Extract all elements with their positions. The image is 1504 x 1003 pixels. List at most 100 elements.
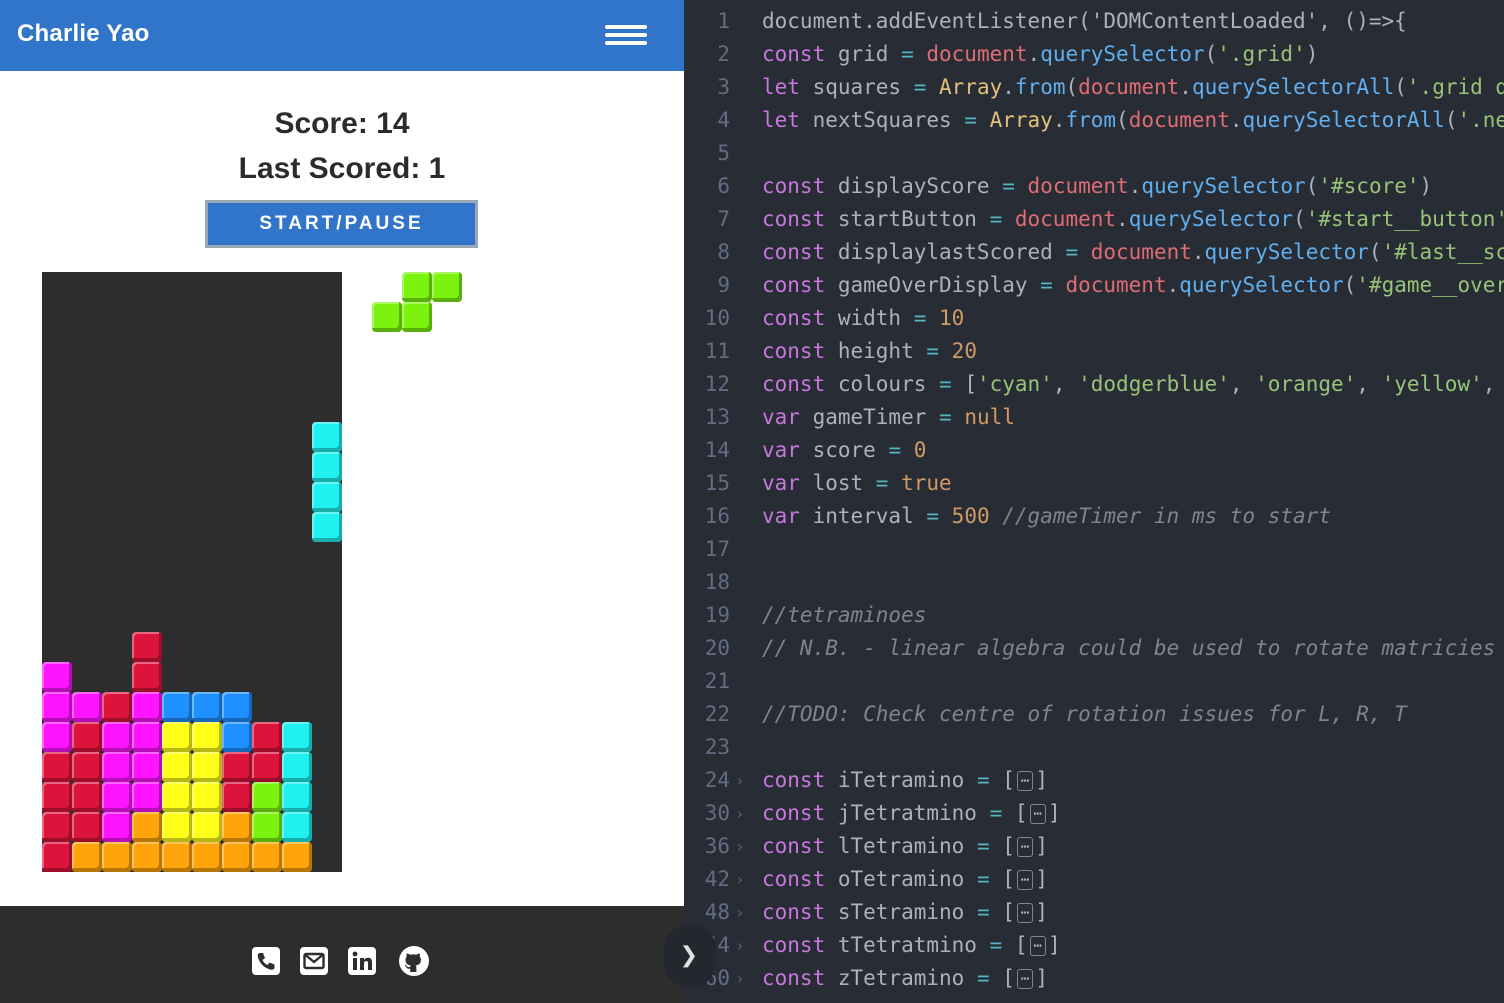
code-line[interactable]: 1 document.addEventListener('DOMContentLo… [684, 5, 1504, 38]
fold-chevron-icon[interactable]: › [735, 797, 745, 830]
grid-cell-yellow [192, 722, 222, 752]
line-number: 23 [704, 735, 730, 759]
code-line[interactable]: 11 const height = 20 [684, 335, 1504, 368]
line-number: 3 [717, 75, 730, 99]
code-line[interactable]: 2 const grid = document.querySelector('.g… [684, 38, 1504, 71]
code-line[interactable]: 23 [684, 731, 1504, 764]
code-line[interactable]: 7 const startButton = document.querySelec… [684, 203, 1504, 236]
code-line[interactable]: 19 //tetraminoes [684, 599, 1504, 632]
code-editor[interactable]: 1 document.addEventListener('DOMContentLo… [684, 0, 1504, 1003]
grid-cell-green [252, 782, 282, 812]
next-cell-green [372, 302, 402, 332]
chevron-right-icon[interactable]: ❯ [664, 924, 716, 988]
grid-cell-yellow [162, 812, 192, 842]
grid-cell-crimson [42, 812, 72, 842]
code-line[interactable]: 5 [684, 137, 1504, 170]
code-line[interactable]: 10 const width = 10 [684, 302, 1504, 335]
next-piece-preview [372, 272, 492, 392]
grid-cell-blue [222, 692, 252, 722]
grid-cell-crimson [72, 722, 102, 752]
grid-cell-cyan [282, 722, 312, 752]
code-line[interactable]: 54 › const tTetratmino = [⋯] [684, 929, 1504, 962]
collapsed-region-icon[interactable]: ⋯ [1016, 870, 1034, 890]
grid-cell-crimson [252, 722, 282, 752]
code-line[interactable]: 30 › const jTetratmino = [⋯] [684, 797, 1504, 830]
code-line[interactable]: 17 [684, 533, 1504, 566]
github-icon[interactable] [398, 945, 430, 977]
grid-cell-yellow [192, 782, 222, 812]
fold-chevron-icon[interactable]: › [735, 896, 745, 929]
code-line[interactable]: 4 let nextSquares = Array.from(document.q… [684, 104, 1504, 137]
phone-icon[interactable] [250, 945, 282, 977]
site-header: Charlie Yao [0, 0, 684, 71]
code-text: var interval = 500 //gameTimer in ms to … [762, 504, 1331, 528]
code-line[interactable]: 8 const displaylastScored = document.quer… [684, 236, 1504, 269]
code-line[interactable]: 24 › const iTetramino = [⋯] [684, 764, 1504, 797]
collapsed-region-icon[interactable]: ⋯ [1029, 936, 1046, 956]
start-pause-button[interactable]: START/PAUSE [205, 200, 478, 248]
line-number: 22 [704, 702, 730, 726]
fold-chevron-icon[interactable]: › [735, 929, 745, 962]
code-line[interactable]: 22 //TODO: Check centre of rotation issue… [684, 698, 1504, 731]
grid-cell-crimson [132, 662, 162, 692]
linkedin-icon[interactable] [346, 945, 378, 977]
code-line[interactable]: 9 const gameOverDisplay = document.queryS… [684, 269, 1504, 302]
fold-chevron-icon[interactable]: › [735, 962, 745, 995]
collapsed-region-icon[interactable]: ⋯ [1016, 771, 1034, 791]
code-line[interactable]: 18 [684, 566, 1504, 599]
code-line[interactable]: 48 › const sTetramino = [⋯] [684, 896, 1504, 929]
code-line[interactable]: 20 // N.B. - linear algebra could be used… [684, 632, 1504, 665]
site-title[interactable]: Charlie Yao [17, 20, 150, 48]
line-number: 4 [717, 108, 730, 132]
collapsed-region-icon[interactable]: ⋯ [1016, 903, 1034, 923]
code-text: let nextSquares = Array.from(document.qu… [762, 108, 1504, 132]
grid-cell-orange [132, 842, 162, 872]
code-text: const width = 10 [762, 306, 965, 330]
tetris-grid [42, 272, 342, 872]
code-text: let squares = Array.from(document.queryS… [762, 75, 1504, 99]
hamburger-menu-icon[interactable] [600, 22, 652, 50]
fold-chevron-icon[interactable]: › [735, 830, 745, 863]
grid-cell-crimson [42, 782, 72, 812]
code-line[interactable]: 15 var lost = true [684, 467, 1504, 500]
code-line[interactable]: 3 let squares = Array.from(document.query… [684, 71, 1504, 104]
grid-cell-magenta [102, 722, 132, 752]
code-line[interactable]: 12 const colours = ['cyan', 'dodgerblue',… [684, 368, 1504, 401]
code-text: document.addEventListener('DOMContentLoa… [762, 9, 1407, 33]
line-number: 2 [717, 42, 730, 66]
grid-cell-yellow [192, 812, 222, 842]
grid-cell-magenta [42, 722, 72, 752]
line-number: 18 [704, 570, 730, 594]
line-number: 8 [717, 240, 730, 264]
fold-chevron-icon[interactable]: › [735, 863, 745, 896]
code-text: // N.B. - linear algebra could be used t… [762, 636, 1504, 660]
code-line[interactable]: 60 › const zTetramino = [⋯] [684, 962, 1504, 995]
mail-icon[interactable] [298, 945, 330, 977]
code-line[interactable]: 36 › const lTetramino = [⋯] [684, 830, 1504, 863]
fold-chevron-icon[interactable]: › [735, 764, 745, 797]
collapsed-region-icon[interactable]: ⋯ [1016, 837, 1034, 857]
grid-cell-green [252, 812, 282, 842]
code-line[interactable]: 13 var gameTimer = null [684, 401, 1504, 434]
next-cell-green [432, 272, 462, 302]
grid-cell-cyan [312, 512, 342, 542]
code-line[interactable]: 14 var score = 0 [684, 434, 1504, 467]
line-number: 15 [704, 471, 730, 495]
collapsed-region-icon[interactable]: ⋯ [1016, 969, 1034, 989]
line-number: 12 [704, 372, 730, 396]
code-line[interactable]: 6 const displayScore = document.querySele… [684, 170, 1504, 203]
grid-cell-magenta [72, 692, 102, 722]
code-line[interactable]: 42 › const oTetramino = [⋯] [684, 863, 1504, 896]
grid-cell-cyan [282, 812, 312, 842]
collapsed-region-icon[interactable]: ⋯ [1029, 804, 1046, 824]
grid-cell-yellow [162, 782, 192, 812]
grid-cell-magenta [102, 752, 132, 782]
code-text: const tTetratmino = [⋯] [762, 933, 1061, 957]
code-text: const height = 20 [762, 339, 977, 363]
grid-cell-blue [192, 692, 222, 722]
line-number: 30 [704, 801, 730, 825]
code-line[interactable]: 21 [684, 665, 1504, 698]
grid-cell-magenta [132, 692, 162, 722]
grid-cell-crimson [252, 752, 282, 782]
code-line[interactable]: 16 var interval = 500 //gameTimer in ms t… [684, 500, 1504, 533]
